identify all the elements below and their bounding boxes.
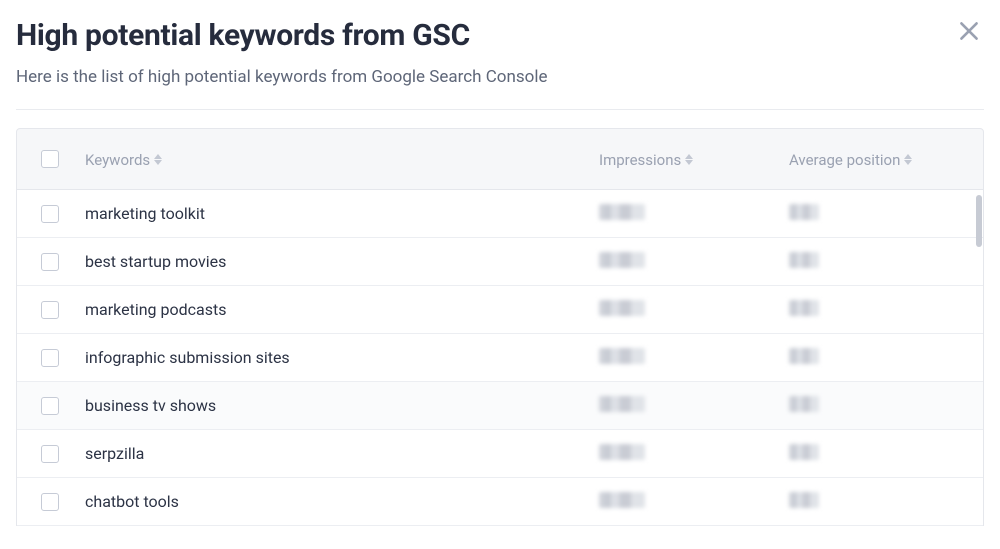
impressions-cell-blurred [599, 348, 645, 364]
modal-title: High potential keywords from GSC [16, 18, 470, 53]
keyword-cell: best startup movies [85, 252, 599, 271]
impressions-cell-blurred [599, 300, 645, 316]
sort-icon [154, 154, 162, 165]
sort-icon [685, 154, 693, 165]
row-checkbox[interactable] [41, 493, 59, 511]
impressions-cell-blurred [599, 444, 645, 460]
keyword-cell: infographic submission sites [85, 348, 599, 367]
avg-position-cell-blurred [789, 348, 819, 364]
table-row[interactable]: marketing podcasts [17, 286, 983, 334]
table-row[interactable]: marketing toolkit [17, 190, 983, 238]
column-header-keywords[interactable]: Keywords [85, 151, 162, 169]
row-checkbox[interactable] [41, 349, 59, 367]
avg-position-cell-blurred [789, 444, 819, 460]
sort-icon [904, 154, 912, 165]
row-checkbox[interactable] [41, 445, 59, 463]
select-all-checkbox[interactable] [41, 150, 59, 168]
close-icon [956, 18, 982, 44]
table-row[interactable]: business tv shows [17, 382, 983, 430]
modal-header: High potential keywords from GSC [16, 18, 984, 53]
row-checkbox[interactable] [41, 253, 59, 271]
modal-subtitle: Here is the list of high potential keywo… [16, 67, 984, 87]
keyword-cell: serpzilla [85, 444, 599, 463]
column-label: Average position [789, 151, 900, 169]
row-checkbox[interactable] [41, 205, 59, 223]
divider [16, 109, 984, 110]
impressions-cell-blurred [599, 492, 645, 508]
impressions-cell-blurred [599, 252, 645, 268]
avg-position-cell-blurred [789, 204, 819, 220]
close-button[interactable] [952, 14, 986, 48]
table-header: Keywords Impressions [16, 128, 984, 190]
impressions-cell-blurred [599, 396, 645, 412]
table-body: marketing toolkit best startup movies ma… [16, 190, 984, 526]
column-header-impressions[interactable]: Impressions [599, 151, 693, 169]
scrollbar-thumb[interactable] [976, 195, 982, 247]
table-row[interactable]: infographic submission sites [17, 334, 983, 382]
table-row[interactable]: best startup movies [17, 238, 983, 286]
avg-position-cell-blurred [789, 252, 819, 268]
keyword-cell: marketing toolkit [85, 204, 599, 223]
keyword-cell: business tv shows [85, 396, 599, 415]
column-label: Keywords [85, 151, 150, 169]
keyword-cell: chatbot tools [85, 492, 599, 511]
keywords-table: Keywords Impressions [16, 128, 984, 526]
column-header-avg-position[interactable]: Average position [789, 151, 912, 169]
keywords-modal: High potential keywords from GSC Here is… [0, 0, 1000, 526]
column-label: Impressions [599, 151, 681, 169]
avg-position-cell-blurred [789, 300, 819, 316]
keyword-cell: marketing podcasts [85, 300, 599, 319]
row-checkbox[interactable] [41, 301, 59, 319]
avg-position-cell-blurred [789, 396, 819, 412]
impressions-cell-blurred [599, 204, 645, 220]
row-checkbox[interactable] [41, 397, 59, 415]
table-row[interactable]: chatbot tools [17, 478, 983, 526]
avg-position-cell-blurred [789, 492, 819, 508]
table-row[interactable]: serpzilla [17, 430, 983, 478]
